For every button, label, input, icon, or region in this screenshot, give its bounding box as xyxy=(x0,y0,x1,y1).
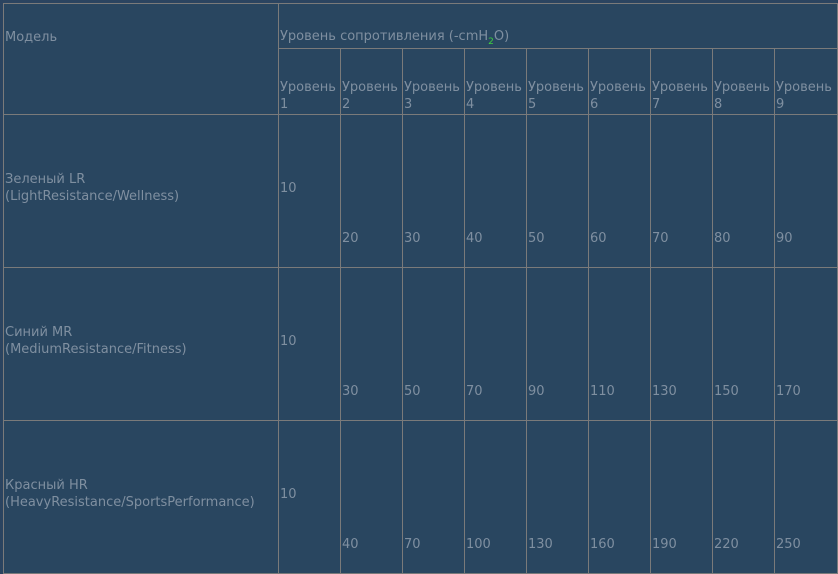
level-header: Уровень 5 xyxy=(526,48,589,115)
value-cell: 110 xyxy=(588,267,651,421)
value-cell: 90 xyxy=(526,267,589,421)
value-cell: 150 xyxy=(712,267,775,421)
model-description: (MediumResistance/Fitness) xyxy=(5,342,187,357)
model-name: Синий MR xyxy=(5,325,73,340)
value-cell: 30 xyxy=(402,114,465,268)
resistance-header: Уровень сопротивления (-cmH2O) xyxy=(277,3,838,49)
level-header: Уровень 6 xyxy=(588,48,651,115)
value-cell: 10 xyxy=(278,420,341,574)
value-cell: 30 xyxy=(340,267,403,421)
value-cell: 40 xyxy=(340,420,403,574)
table-row: Красный HR (HeavyResistance/SportsPerfor… xyxy=(3,420,838,574)
model-header: Модель xyxy=(3,3,279,115)
value-cell: 10 xyxy=(278,114,341,268)
value-cell: 100 xyxy=(464,420,527,574)
table-row: Синий MR (MediumResistance/Fitness) 10 3… xyxy=(3,267,838,421)
model-cell: Синий MR (MediumResistance/Fitness) xyxy=(3,267,279,421)
value-cell: 190 xyxy=(650,420,713,574)
value-cell: 50 xyxy=(526,114,589,268)
value-cell: 170 xyxy=(773,267,838,421)
value-cell: 20 xyxy=(340,114,403,268)
level-header: Уровень 3 xyxy=(402,48,465,115)
value-cell: 70 xyxy=(402,420,465,574)
value-cell: 50 xyxy=(402,267,465,421)
level-header: Уровень 8 xyxy=(712,48,775,115)
level-header: Уровень 2 xyxy=(340,48,403,115)
value-cell: 130 xyxy=(526,420,589,574)
header-row: Модель Уровень сопротивления (-cmH2O) xyxy=(3,3,838,115)
value-cell: 60 xyxy=(588,114,651,268)
value-cell: 160 xyxy=(588,420,651,574)
model-description: (HeavyResistance/SportsPerformance) xyxy=(5,495,255,510)
resistance-table: Модель Уровень сопротивления (-cmH2O) Ур… xyxy=(3,3,838,574)
value-cell: 220 xyxy=(712,420,775,574)
resistance-header-suffix: O) xyxy=(493,29,510,44)
level-header: Уровень 4 xyxy=(464,48,527,115)
value-cell: 130 xyxy=(650,267,713,421)
model-header-label: Модель xyxy=(5,30,58,45)
value-cell: 70 xyxy=(650,114,713,268)
model-description: (LightResistance/Wellness) xyxy=(5,189,180,204)
value-cell: 10 xyxy=(278,267,341,421)
value-cell: 250 xyxy=(773,420,838,574)
model-name: Зеленый LR xyxy=(5,172,86,187)
model-name: Красный HR xyxy=(5,478,88,493)
level-header: Уровень 1 xyxy=(278,48,341,115)
table-row: Зеленый LR (LightResistance/Wellness) 10… xyxy=(3,114,838,268)
level-header: Уровень 7 xyxy=(650,48,713,115)
resistance-header-prefix: Уровень сопротивления (-cmH xyxy=(280,29,489,44)
resistance-header-subscript: 2 xyxy=(488,37,494,47)
value-cell: 90 xyxy=(773,114,838,268)
model-cell: Зеленый LR (LightResistance/Wellness) xyxy=(3,114,279,268)
value-cell: 40 xyxy=(464,114,527,268)
value-cell: 70 xyxy=(464,267,527,421)
level-header: Уровень 9 xyxy=(773,48,838,115)
model-cell: Красный HR (HeavyResistance/SportsPerfor… xyxy=(3,420,279,574)
value-cell: 80 xyxy=(712,114,775,268)
